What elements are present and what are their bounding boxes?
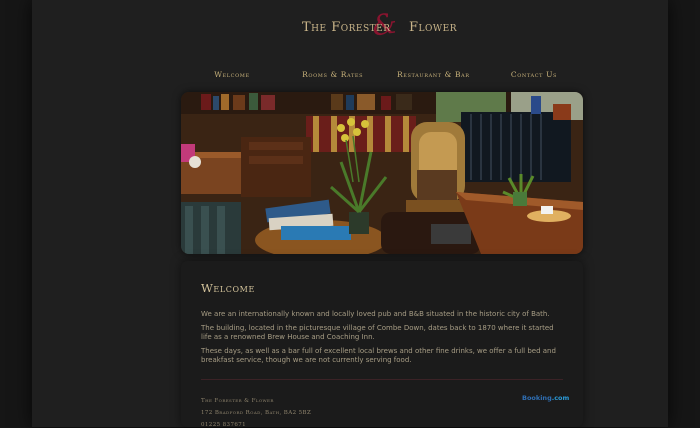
services-paragraph: These days, as well as a bar full of exc… — [201, 347, 556, 364]
site-logo[interactable]: & The Forester Flower — [302, 6, 462, 46]
intro-paragraph: We are an internationally known and loca… — [201, 310, 550, 318]
history-paragraph: The building, located in the picturesque… — [201, 324, 554, 341]
main-nav: Welcome Rooms & Rates Restaurant & Bar C… — [182, 70, 584, 84]
booking-logo-part1: Booking — [522, 394, 552, 402]
page-title: Welcome — [201, 281, 255, 295]
nav-rooms-rates[interactable]: Rooms & Rates — [283, 70, 383, 84]
page-container: & The Forester Flower Welcome Rooms & Ra… — [32, 0, 668, 428]
footer-business-name: The Forester & Flower — [201, 398, 274, 404]
logo-name-part2: Flower — [409, 20, 457, 35]
logo-name-part1: The Forester — [302, 20, 391, 35]
booking-logo-part2: .com — [551, 394, 570, 402]
content-panel: Welcome We are an internationally known … — [181, 261, 583, 428]
logo-text: The Forester Flower — [302, 20, 457, 35]
hero-image — [181, 92, 583, 254]
nav-restaurant-bar[interactable]: Restaurant & Bar — [383, 70, 483, 84]
footer-address: 172 Bradford Road, Bath, BA2 5BZ — [201, 410, 312, 416]
booking-com-link[interactable]: Booking.com — [522, 394, 569, 402]
footer-phone: 01225 837671 — [201, 422, 247, 428]
nav-welcome[interactable]: Welcome — [182, 70, 282, 84]
nav-contact-us[interactable]: Contact Us — [484, 70, 584, 84]
pub-interior-photo — [181, 92, 583, 254]
content-divider — [201, 379, 563, 380]
